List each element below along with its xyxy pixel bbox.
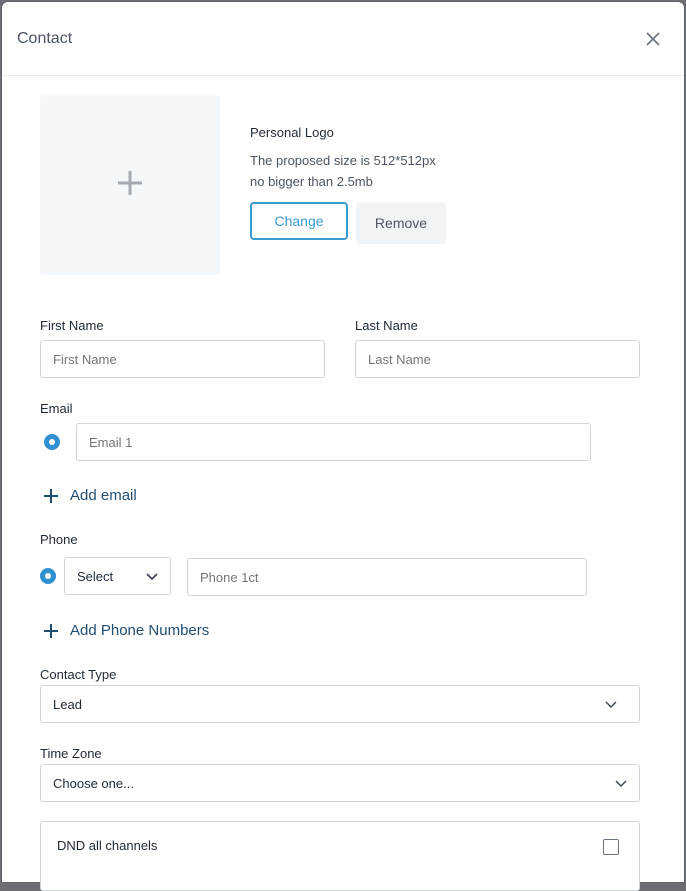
contact-type-select[interactable]: Lead [40,685,640,723]
contact-type-label: Contact Type [40,667,117,682]
add-email-label: Add email [70,487,137,504]
logo-upload-area[interactable] [40,95,220,275]
contact-type-value: Lead [53,696,82,712]
email-input[interactable] [76,423,591,461]
dnd-label: DND all channels [57,838,158,853]
logo-hint-size: The proposed size is 512*512px [250,153,436,168]
phone-country-value: Select [77,568,114,584]
time-zone-label: Time Zone [40,746,102,761]
logo-section: Personal Logo The proposed size is 512*5… [40,95,446,275]
add-phone-link[interactable]: Add Phone Numbers [44,622,209,639]
logo-title: Personal Logo [250,125,334,140]
chevron-down-icon [615,776,627,791]
plus-icon [44,488,58,503]
chevron-down-icon [146,569,158,584]
plus-icon [117,170,143,201]
modal-title: Contact [17,29,73,47]
add-phone-label: Add Phone Numbers [70,622,210,639]
logo-hint-limit: no bigger than 2.5mb [250,174,373,189]
time-zone-value: Choose one... [53,775,134,791]
add-email-link[interactable]: Add email [44,487,137,504]
email-primary-radio[interactable] [44,434,60,450]
logo-info: Personal Logo The proposed size is 512*5… [250,95,446,275]
logo-buttons: Change Remove [250,202,446,244]
modal-header: Contact [2,2,684,76]
change-logo-button[interactable]: Change [250,202,348,240]
phone-label: Phone [40,532,78,547]
email-label: Email [40,401,73,416]
close-icon[interactable] [642,28,664,50]
first-name-input[interactable] [40,340,325,378]
time-zone-select[interactable]: Choose one... [40,764,640,802]
chevron-down-icon [605,697,617,712]
remove-logo-button[interactable]: Remove [356,202,446,244]
dnd-checkbox[interactable] [603,839,619,855]
phone-country-select[interactable]: Select [64,557,171,595]
plus-icon [44,623,58,638]
first-name-label: First Name [40,318,104,333]
phone-input[interactable] [187,558,587,596]
phone-primary-radio[interactable] [40,568,56,584]
dnd-section: DND all channels [40,821,640,891]
last-name-input[interactable] [355,340,640,378]
last-name-label: Last Name [355,318,418,333]
